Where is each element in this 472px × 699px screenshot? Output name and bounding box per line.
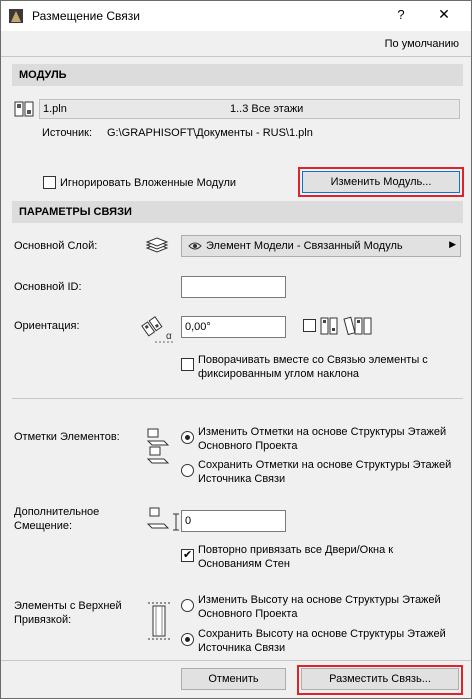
orientation-icon: α [141, 316, 175, 343]
reconnect-label: Повторно привязать все Двери/Окна к Осно… [198, 544, 394, 570]
defaults-link[interactable]: По умолчанию [385, 38, 459, 50]
master-layer-dropdown[interactable]: Элемент Модели - Связанный Модуль ▶ [181, 235, 461, 257]
elevation-option-change-radio[interactable] [181, 431, 194, 444]
title-bar: Размещение Связи ? ✕ [1, 1, 471, 31]
app-icon [9, 9, 23, 23]
dropdown-arrow-icon: ▶ [449, 239, 456, 249]
offset-label: Дополнительное Смещение: [14, 506, 100, 532]
orientation-checkbox[interactable] [303, 319, 316, 332]
help-button[interactable]: ? [391, 7, 411, 22]
top-linked-option-keep-radio[interactable] [181, 633, 194, 646]
top-linked-option-change-radio[interactable] [181, 599, 194, 612]
master-layer-value: Элемент Модели - Связанный Модуль [206, 240, 403, 252]
orientation-input[interactable]: 0,00° [181, 316, 286, 338]
module-info-field: 1.pln 1..3 Все этажи [39, 99, 460, 119]
top-linked-option-keep-label: Сохранить Высоту на основе Структуры Эта… [198, 628, 446, 654]
top-linked-option-change-label: Изменить Высоту на основе Структуры Этаж… [198, 594, 441, 620]
master-id-input[interactable] [181, 276, 286, 298]
elevation-option-change-label: Изменить Отметки на основе Структуры Эта… [198, 426, 447, 452]
rotate-modules-icon [320, 316, 372, 336]
module-file-name: 1.pln [43, 103, 67, 115]
change-module-button[interactable]: Изменить Модуль... [302, 171, 460, 193]
module-file-icon [14, 101, 34, 117]
top-linked-label: Элементы с Верхней Привязкой: [14, 600, 122, 626]
cancel-button[interactable]: Отменить [181, 668, 286, 690]
divider [12, 398, 463, 399]
source-label: Источник: [42, 127, 93, 139]
source-path: G:\GRAPHISOFT\Документы - RUS\1.pln [107, 127, 313, 139]
divider [1, 56, 471, 57]
rotate-with-link-label: Поворачивать вместе со Связью элементы с… [198, 354, 428, 380]
module-stories: 1..3 Все этажи [230, 103, 304, 115]
elevation-option-keep-radio[interactable] [181, 464, 194, 477]
reconnect-checkbox[interactable] [181, 548, 194, 562]
close-button[interactable]: ✕ [434, 6, 454, 23]
orientation-label: Ориентация: [14, 320, 80, 332]
top-linked-icon [148, 602, 172, 640]
elevations-icon [146, 428, 170, 464]
eye-icon [188, 242, 202, 250]
offset-icon [146, 507, 179, 531]
placement-dialog: Размещение Связи ? ✕ По умолчанию МОДУЛЬ… [0, 0, 472, 699]
module-section-header: МОДУЛЬ [12, 64, 463, 86]
rotate-with-link-checkbox[interactable] [181, 358, 194, 371]
layers-icon [145, 237, 169, 253]
window-title: Размещение Связи [32, 9, 140, 23]
elevation-option-keep-label: Сохранить Отметки на основе Структуры Эт… [198, 459, 452, 485]
link-params-header: ПАРАМЕТРЫ СВЯЗИ [12, 201, 463, 223]
master-layer-label: Основной Слой: [14, 240, 98, 252]
elevations-label: Отметки Элементов: [14, 431, 120, 443]
ignore-nested-checkbox[interactable] [43, 176, 56, 189]
offset-input[interactable]: 0 [181, 510, 286, 532]
master-id-label: Основной ID: [14, 281, 82, 293]
place-link-button[interactable]: Разместить Связь... [301, 668, 459, 690]
svg-text:α: α [166, 331, 172, 342]
ignore-nested-label: Игнорировать Вложенные Модули [60, 177, 237, 189]
divider [1, 660, 471, 661]
